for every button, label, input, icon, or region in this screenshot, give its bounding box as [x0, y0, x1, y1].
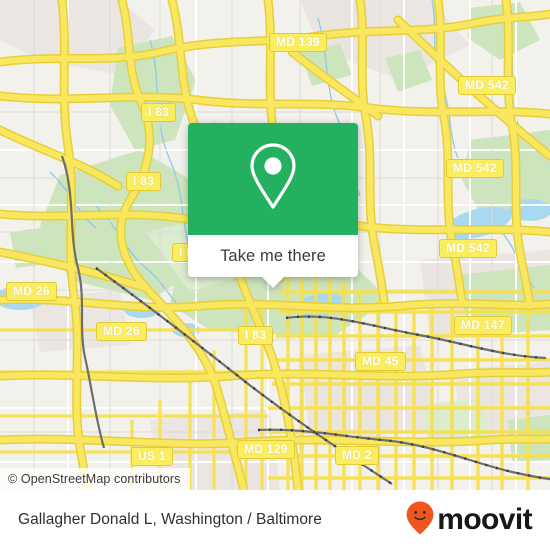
road-shield-label: MD 26: [13, 284, 50, 298]
road-shield-label: MD 26: [103, 324, 140, 338]
road-shield-label: I 83: [245, 328, 267, 342]
road-shield: MD 129: [237, 440, 295, 459]
footer-bar: Gallagher Donald L, Washington / Baltimo…: [0, 490, 550, 550]
location-popup-card[interactable]: Take me there: [188, 123, 358, 288]
moovit-wordmark: moovit: [437, 503, 532, 536]
road-shield: MD 2: [335, 446, 379, 465]
road-shield: I 83: [141, 103, 177, 122]
road-shield: MD 45: [355, 352, 406, 371]
road-shield-label: MD 542: [465, 78, 509, 92]
moovit-smiley-pin-icon: [405, 500, 435, 541]
road-shield: MD 542: [458, 76, 516, 95]
road-shield-label: MD 2: [342, 448, 372, 462]
road-shield: US 1: [131, 447, 173, 466]
road-shield-label: MD 45: [362, 354, 399, 368]
popup-header: [188, 123, 358, 235]
road-shield: MD 542: [446, 159, 504, 178]
popup-pointer: [262, 277, 284, 288]
road-shield-label: I 83: [133, 174, 155, 188]
road-shield-label: I 83: [148, 105, 170, 119]
road-shield-label: MD 542: [446, 241, 490, 255]
moovit-logo[interactable]: moovit: [405, 500, 533, 541]
road-shield-label: US 1: [138, 449, 166, 463]
road-shield: MD 26: [96, 322, 147, 341]
place-title: Gallagher Donald L, Washington / Baltimo…: [18, 511, 322, 528]
road-shield-label: MD 129: [244, 442, 288, 456]
road-shield-label: MD 139: [276, 35, 320, 49]
take-me-there-label: Take me there: [220, 246, 326, 265]
location-pin-icon: [244, 140, 302, 219]
road-shield: MD 542: [439, 239, 497, 258]
map-card-widget: MD 139 I 83 MD 542 I 83 MD 542 I 83 MD 542 MD 2…: [0, 0, 550, 550]
road-shield: I 83: [238, 326, 274, 345]
map-canvas[interactable]: MD 139 I 83 MD 542 I 83 MD 542 I 83 MD 542 MD 2…: [0, 0, 550, 490]
road-shield-label: MD 147: [461, 318, 505, 332]
road-shield: I 83: [126, 172, 162, 191]
road-shield: MD 26: [6, 282, 57, 301]
road-shield: MD 147: [454, 316, 512, 335]
osm-attribution[interactable]: © OpenStreetMap contributors: [0, 468, 190, 490]
popup-action-bar[interactable]: Take me there: [188, 235, 358, 288]
road-shield-label: MD 542: [453, 161, 497, 175]
road-shield: MD 139: [269, 33, 327, 52]
